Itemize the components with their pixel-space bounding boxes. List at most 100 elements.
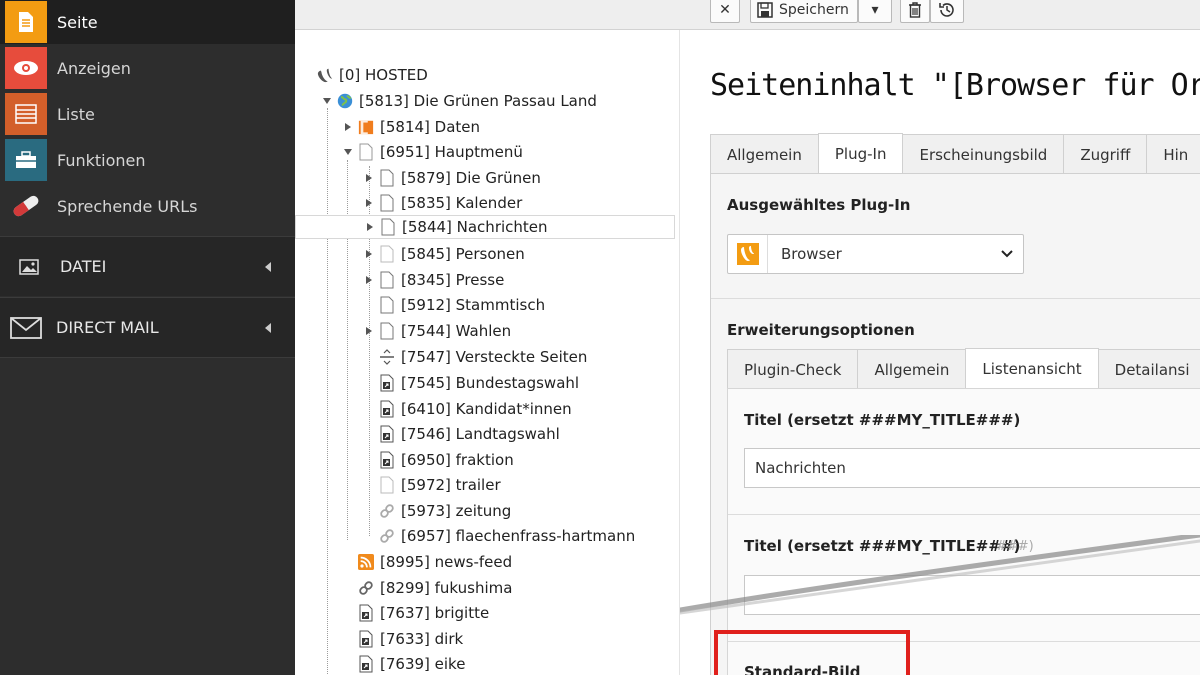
tree-node[interactable]: [5814] Daten <box>342 115 480 139</box>
save-button[interactable]: Speichern <box>750 0 858 23</box>
tree-toggle[interactable] <box>321 98 333 104</box>
tree-node-label: [7633] dirk <box>380 630 464 648</box>
history-button[interactable] <box>930 0 964 23</box>
tree-toggle[interactable] <box>363 199 375 207</box>
shortcut-icon <box>358 604 374 622</box>
tab-detailansicht[interactable]: Detailansi <box>1097 349 1200 389</box>
panel-divider <box>728 514 1200 515</box>
page-title: Seiteninhalt "[Browser für Organise <box>710 68 1200 103</box>
module-sidebar: Seite Anzeigen Liste Funktionen Sprechen… <box>0 0 295 675</box>
module-sprechende-urls[interactable]: Sprechende URLs <box>0 184 295 228</box>
collapse-caret-icon[interactable] <box>265 261 271 272</box>
tree-toggle[interactable] <box>363 276 375 284</box>
tree-node[interactable]: [7633] dirk <box>358 627 463 651</box>
chevron-down-icon: ▾ <box>871 1 879 18</box>
module-funktionen[interactable]: Funktionen <box>0 138 295 182</box>
tree-toggle[interactable] <box>363 174 375 182</box>
tree-node[interactable]: [5845] Personen <box>363 242 525 266</box>
history-icon <box>939 2 954 17</box>
tree-node[interactable]: [6950] fraktion <box>379 448 514 472</box>
tree-node[interactable]: [7639] eike <box>358 652 465 675</box>
tree-node[interactable]: [7545] Bundestagswahl <box>379 371 579 395</box>
module-anzeigen[interactable]: Anzeigen <box>0 46 295 90</box>
tree-node-label: [5814] Daten <box>380 118 481 136</box>
plugin-section-label: Ausgewähltes Plug-In <box>727 196 911 214</box>
group-datei[interactable]: DATEI <box>0 236 295 296</box>
module-liste-label: Liste <box>57 104 95 124</box>
tree-node-label: [8299] fukushima <box>380 579 513 597</box>
tree-node-label: [7637] brigitte <box>380 604 490 622</box>
tab-plug-in[interactable]: Plug-In <box>817 133 904 174</box>
tree-node[interactable]: [7544] Wahlen <box>363 319 511 343</box>
tree-node[interactable]: [6410] Kandidat*innen <box>379 397 572 421</box>
tree-toggle[interactable] <box>342 149 354 155</box>
tree-node[interactable]: [8995] news-feed <box>358 550 512 574</box>
tab-plugin-check[interactable]: Plugin-Check <box>727 349 859 389</box>
tree-node[interactable]: [5879] Die Grünen <box>363 166 541 190</box>
tree-node-label: [8345] Presse <box>401 271 505 289</box>
envelope-icon <box>8 316 44 339</box>
tab-ext-allgemein[interactable]: Allgemein <box>857 349 967 389</box>
tree-node-label: [5879] Die Grünen <box>401 169 541 187</box>
tree-node[interactable]: [7546] Landtagswahl <box>379 422 560 446</box>
panel-divider <box>711 298 1200 299</box>
trash-icon <box>909 1 921 18</box>
tree-node[interactable]: [8345] Presse <box>363 268 504 292</box>
save-dropdown-button[interactable]: ▾ <box>858 0 892 23</box>
page-icon <box>379 169 395 187</box>
tree-node[interactable]: [6951] Hauptmenü <box>342 140 523 164</box>
tab-erscheinungsbild[interactable]: Erscheinungsbild <box>902 134 1065 174</box>
typo3-icon <box>317 66 333 84</box>
tree-node-label: [6957] flaechenfrass-hartmann <box>401 527 636 545</box>
tree-node[interactable]: [0] HOSTED <box>317 63 428 87</box>
tree-node[interactable]: [5972] trailer <box>379 473 501 497</box>
save-icon <box>757 1 773 18</box>
collapse-caret-icon[interactable] <box>265 322 271 333</box>
tree-node-label: [5973] zeitung <box>401 502 512 520</box>
tree-node[interactable]: [7547] Versteckte Seiten <box>379 345 587 369</box>
page-icon <box>358 143 374 161</box>
tab-allgemein[interactable]: Allgemein <box>710 134 819 174</box>
module-liste[interactable]: Liste <box>0 92 295 136</box>
doc-header-toolbar: ✕ Speichern ▾ <box>295 0 1200 30</box>
title-input[interactable]: Nachrichten <box>744 448 1200 488</box>
tree-node-selected[interactable]: [5844] Nachrichten <box>295 215 675 239</box>
rss-icon <box>358 553 374 571</box>
group-datei-label: DATEI <box>60 257 107 276</box>
tab-listenansicht[interactable]: Listenansicht <box>965 348 1099 389</box>
collapse-toggle-icon <box>366 199 372 207</box>
tree-toggle[interactable] <box>342 123 354 131</box>
tab-hinweise[interactable]: Hin <box>1146 134 1200 174</box>
tree-node-label: [7545] Bundestagswahl <box>401 374 580 392</box>
plugin-select[interactable]: Browser <box>727 234 1024 274</box>
tree-node-label: [8995] news-feed <box>380 553 513 571</box>
page-icon <box>5 1 47 43</box>
close-icon: ✕ <box>719 1 731 18</box>
page-icon <box>379 296 395 314</box>
shortcut-icon <box>358 630 374 648</box>
page-icon <box>380 218 396 236</box>
tree-node[interactable]: [8299] fukushima <box>358 576 512 600</box>
tree-toggle[interactable] <box>364 223 376 231</box>
tree-toggle[interactable] <box>363 327 375 335</box>
tree-node-label: [6950] fraktion <box>401 451 514 469</box>
tree-node[interactable]: [7637] brigitte <box>358 601 489 625</box>
tree-node-label: [5912] Stammtisch <box>401 296 546 314</box>
tree-node[interactable]: [5912] Stammtisch <box>379 293 545 317</box>
tab-zugriff[interactable]: Zugriff <box>1063 134 1148 174</box>
link-icon <box>379 527 395 545</box>
module-seite[interactable]: Seite <box>0 0 295 44</box>
delete-button[interactable] <box>900 0 930 23</box>
tree-node[interactable]: [5973] zeitung <box>379 499 511 523</box>
tree-node[interactable]: [6957] flaechenfrass-hartmann <box>379 524 635 548</box>
expand-toggle-icon <box>344 149 352 155</box>
tree-node-label: [7546] Landtagswahl <box>401 425 560 443</box>
tree-node[interactable]: [5835] Kalender <box>363 191 522 215</box>
ext-section-label: Erweiterungsoptionen <box>727 321 915 339</box>
close-button[interactable]: ✕ <box>710 0 740 23</box>
field1-label: Titel (ersetzt ###MY_TITLE###) <box>744 411 1021 429</box>
tree-node[interactable]: [5813] Die Grünen Passau Land <box>321 89 597 113</box>
tree-toggle[interactable] <box>363 250 375 258</box>
tree-node-label: [7639] eike <box>380 655 466 673</box>
group-direct-mail[interactable]: DIRECT MAIL <box>0 297 295 357</box>
